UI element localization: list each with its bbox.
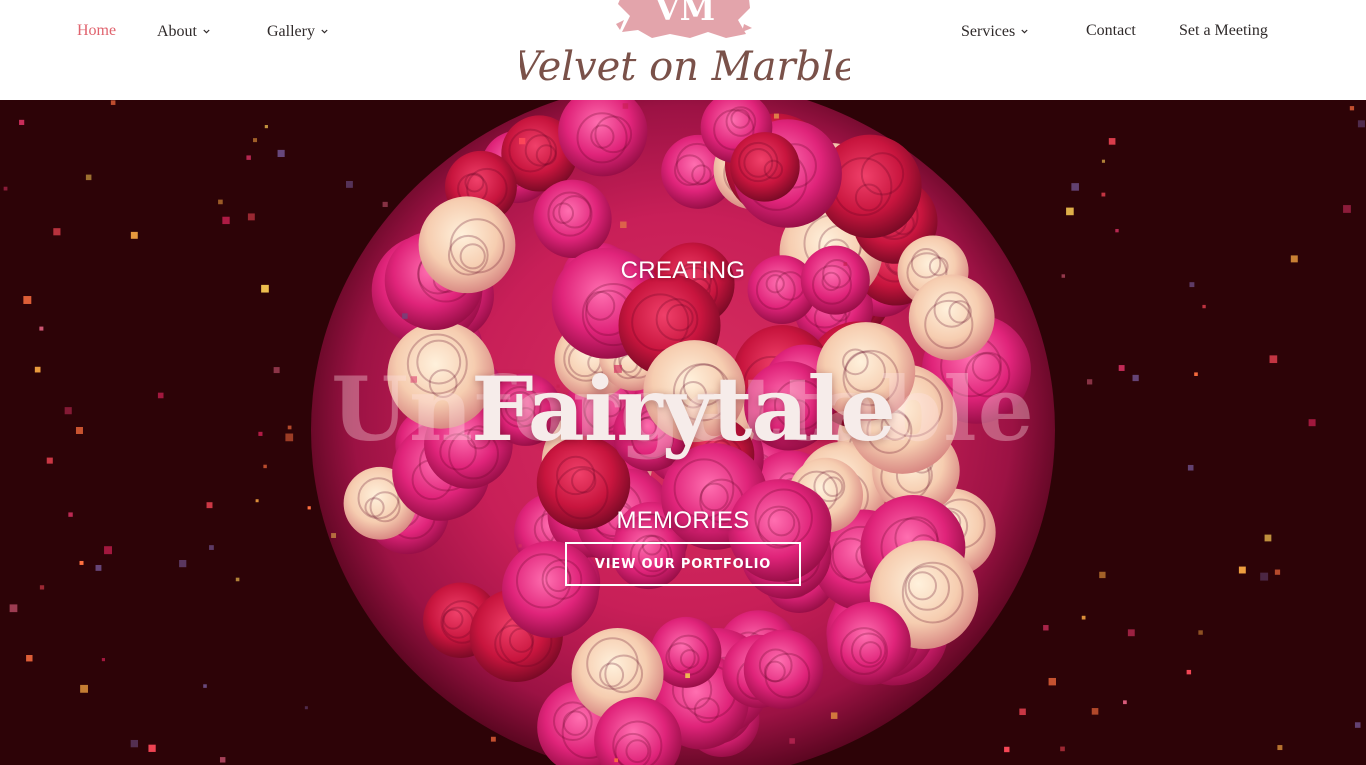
- nav-set-meeting[interactable]: Set a Meeting: [1179, 19, 1268, 43]
- nav-services-label: Services: [961, 23, 1016, 40]
- nav-services[interactable]: Services: [961, 20, 1028, 44]
- hero-subtitle: MEMORIES: [616, 507, 750, 534]
- hero-kicker: CREATING: [620, 257, 746, 284]
- nav-contact-label: Contact: [1086, 22, 1136, 39]
- logo-monogram: VM: [654, 0, 715, 28]
- nav-about-label: About: [157, 23, 197, 40]
- nav-gallery[interactable]: Gallery: [267, 20, 328, 44]
- nav-set-meeting-label: Set a Meeting: [1179, 22, 1268, 39]
- logo-wordmark: Velvet on Marble: [520, 44, 850, 90]
- site-logo[interactable]: VM Velvet on Marble: [520, 0, 850, 94]
- nav-contact[interactable]: Contact: [1086, 19, 1136, 43]
- site-header: Home About Gallery VM Velvet on Marble S…: [0, 0, 1366, 100]
- chevron-down-icon: [203, 28, 210, 35]
- chevron-down-icon: [321, 28, 328, 35]
- nav-gallery-label: Gallery: [267, 23, 315, 40]
- nav-home[interactable]: Home: [77, 19, 116, 43]
- view-portfolio-button[interactable]: VIEW OUR PORTFOLIO: [565, 542, 801, 586]
- hero-title: Fairytale: [471, 357, 896, 461]
- chevron-down-icon: [1021, 28, 1028, 35]
- nav-about[interactable]: About: [157, 20, 210, 44]
- hero-banner: CREATING Unforgettable Fairytale MEMORIE…: [0, 100, 1366, 765]
- nav-home-label: Home: [77, 22, 117, 39]
